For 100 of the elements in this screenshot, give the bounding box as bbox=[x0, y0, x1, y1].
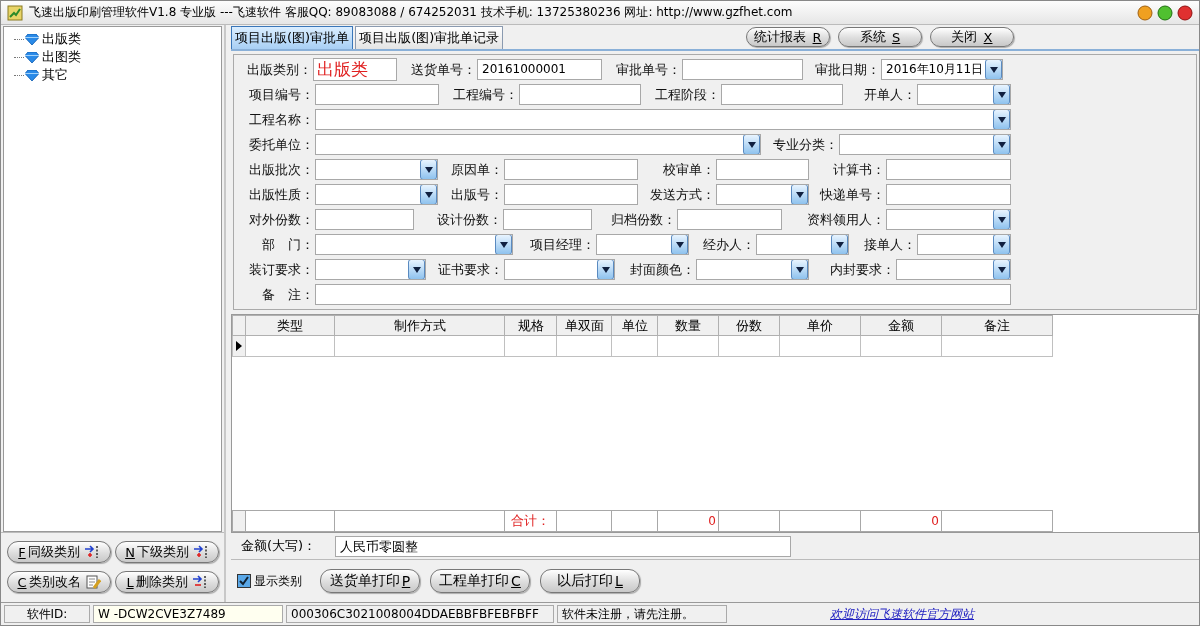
field-label: 开单人： bbox=[863, 85, 917, 104]
input-field[interactable] bbox=[315, 209, 414, 230]
column-header[interactable]: 类型 bbox=[245, 315, 335, 336]
input-field[interactable] bbox=[677, 209, 782, 230]
window-title: 飞速出版印刷管理软件V1.8 专业版 ---飞速软件 客服QQ: 89083088 / 674252031 技术手机: 13725380236 网址: http://www.gzfhet.com bbox=[29, 4, 794, 21]
input-field[interactable]: 20161000001 bbox=[477, 59, 602, 80]
column-header[interactable]: 备注 bbox=[941, 315, 1053, 336]
total-value: 0 bbox=[931, 514, 939, 528]
field-label: 工程编号： bbox=[452, 85, 519, 104]
field-label: 归档份数： bbox=[610, 210, 677, 229]
dropdown-field[interactable]: 2016年10月11日 bbox=[881, 59, 1003, 80]
field-label: 送货单号： bbox=[410, 60, 477, 79]
software-id: W -DCW2CVE3Z7489 bbox=[93, 605, 283, 623]
field-label: 资料领用人： bbox=[806, 210, 886, 229]
input-field[interactable] bbox=[682, 59, 803, 80]
tree-item[interactable]: 出版类 bbox=[42, 30, 81, 48]
dropdown-field[interactable] bbox=[504, 259, 615, 280]
dropdown-field[interactable] bbox=[917, 234, 1011, 255]
tree-item[interactable]: 出图类 bbox=[42, 48, 81, 66]
field-label: 设计份数： bbox=[436, 210, 503, 229]
category-button[interactable]: C 类别改名 bbox=[7, 571, 111, 593]
minimize-button[interactable] bbox=[1137, 4, 1153, 21]
gem-icon bbox=[25, 69, 39, 81]
field-label: 出版批次： bbox=[248, 160, 315, 179]
total-label: 合计： bbox=[511, 513, 550, 528]
list-arrow-icon bbox=[83, 545, 100, 559]
column-header[interactable]: 数量 bbox=[657, 315, 719, 336]
category-display: 出版类 bbox=[313, 58, 397, 81]
field-label: 接单人： bbox=[863, 235, 917, 254]
dropdown-field[interactable] bbox=[756, 234, 849, 255]
tab[interactable]: 项目出版(图)审批单记录 bbox=[355, 26, 504, 49]
close-button[interactable] bbox=[1177, 4, 1193, 21]
column-header[interactable]: 份数 bbox=[718, 315, 780, 336]
dropdown-field[interactable] bbox=[896, 259, 1011, 280]
print-button[interactable]: 工程单打印 C bbox=[430, 569, 530, 593]
dropdown-field[interactable] bbox=[315, 159, 438, 180]
field-label: 经办人： bbox=[702, 235, 756, 254]
checkbox-label: 显示类别 bbox=[254, 572, 302, 590]
gem-icon bbox=[25, 33, 39, 45]
input-field[interactable] bbox=[716, 159, 809, 180]
field-label: 专业分类： bbox=[772, 135, 839, 154]
input-field[interactable] bbox=[721, 84, 843, 105]
input-field[interactable] bbox=[504, 184, 638, 205]
dropdown-field[interactable] bbox=[839, 134, 1011, 155]
maximize-button[interactable] bbox=[1157, 4, 1173, 21]
field-label: 装订要求： bbox=[248, 260, 315, 279]
dropdown-field[interactable] bbox=[315, 259, 426, 280]
dropdown-field[interactable] bbox=[315, 109, 1011, 130]
column-header[interactable]: 制作方式 bbox=[334, 315, 505, 336]
document-pencil-icon bbox=[84, 575, 101, 589]
field-label: 发送方式： bbox=[649, 185, 716, 204]
field-label: 计算书： bbox=[832, 160, 886, 179]
column-header[interactable]: 单价 bbox=[779, 315, 861, 336]
column-header[interactable]: 单双面 bbox=[556, 315, 612, 336]
input-field[interactable] bbox=[315, 284, 1011, 305]
field-label: 出版号： bbox=[450, 185, 504, 204]
tree-item[interactable]: 其它 bbox=[42, 66, 68, 84]
field-label: 出版性质： bbox=[248, 185, 315, 204]
field-label: 快递单号： bbox=[819, 185, 886, 204]
amount-field[interactable]: 人民币零圆整 bbox=[335, 535, 791, 557]
print-button[interactable]: 送货单打印 P bbox=[320, 569, 420, 593]
category-button[interactable]: L删除类别 bbox=[115, 571, 219, 593]
field-label: 审批日期： bbox=[814, 60, 881, 79]
toolbar-button[interactable]: 统计报表 R bbox=[746, 27, 830, 47]
dropdown-field[interactable] bbox=[315, 234, 513, 255]
field-label: 项目经理： bbox=[529, 235, 596, 254]
total-value: 0 bbox=[708, 514, 716, 528]
list-arrow-icon bbox=[192, 545, 209, 559]
machine-code: 000306C3021008004DDAEBBFBFEBFBFF bbox=[286, 605, 554, 623]
dropdown-field[interactable] bbox=[315, 134, 761, 155]
toolbar-button[interactable]: 系统 S bbox=[838, 27, 922, 47]
category-button[interactable]: F 同级类别 bbox=[7, 541, 111, 563]
dropdown-field[interactable] bbox=[696, 259, 809, 280]
tab[interactable]: 项目出版(图)审批单 bbox=[231, 26, 354, 49]
website-link[interactable]: 欢迎访问飞速软件官方网站 bbox=[830, 605, 974, 623]
dropdown-field[interactable] bbox=[716, 184, 809, 205]
dropdown-field[interactable] bbox=[886, 209, 1011, 230]
status-label: 软件ID: bbox=[4, 605, 90, 623]
input-field[interactable] bbox=[315, 84, 439, 105]
status-message: 软件未注册，请先注册。 bbox=[557, 605, 727, 623]
column-header[interactable]: 金额 bbox=[860, 315, 942, 336]
dropdown-field[interactable] bbox=[315, 184, 438, 205]
input-field[interactable] bbox=[519, 84, 641, 105]
column-header[interactable]: 单位 bbox=[611, 315, 658, 336]
checkbox[interactable] bbox=[237, 574, 251, 588]
input-field[interactable] bbox=[504, 159, 638, 180]
category-button[interactable]: N 下级类别 bbox=[115, 541, 219, 563]
dropdown-field[interactable] bbox=[596, 234, 689, 255]
input-field[interactable] bbox=[503, 209, 592, 230]
toolbar-button[interactable]: 关闭 X bbox=[930, 27, 1014, 47]
field-label: 出版类别： bbox=[246, 60, 313, 79]
app-icon bbox=[7, 4, 23, 21]
input-field[interactable] bbox=[886, 184, 1011, 205]
print-button[interactable]: 以后打印 L bbox=[540, 569, 640, 593]
field-label: 对外份数： bbox=[248, 210, 315, 229]
input-field[interactable] bbox=[886, 159, 1011, 180]
column-header[interactable]: 规格 bbox=[504, 315, 557, 336]
field-label: 审批单号： bbox=[615, 60, 682, 79]
dropdown-field[interactable] bbox=[917, 84, 1011, 105]
field-label: 备 注： bbox=[261, 285, 315, 304]
